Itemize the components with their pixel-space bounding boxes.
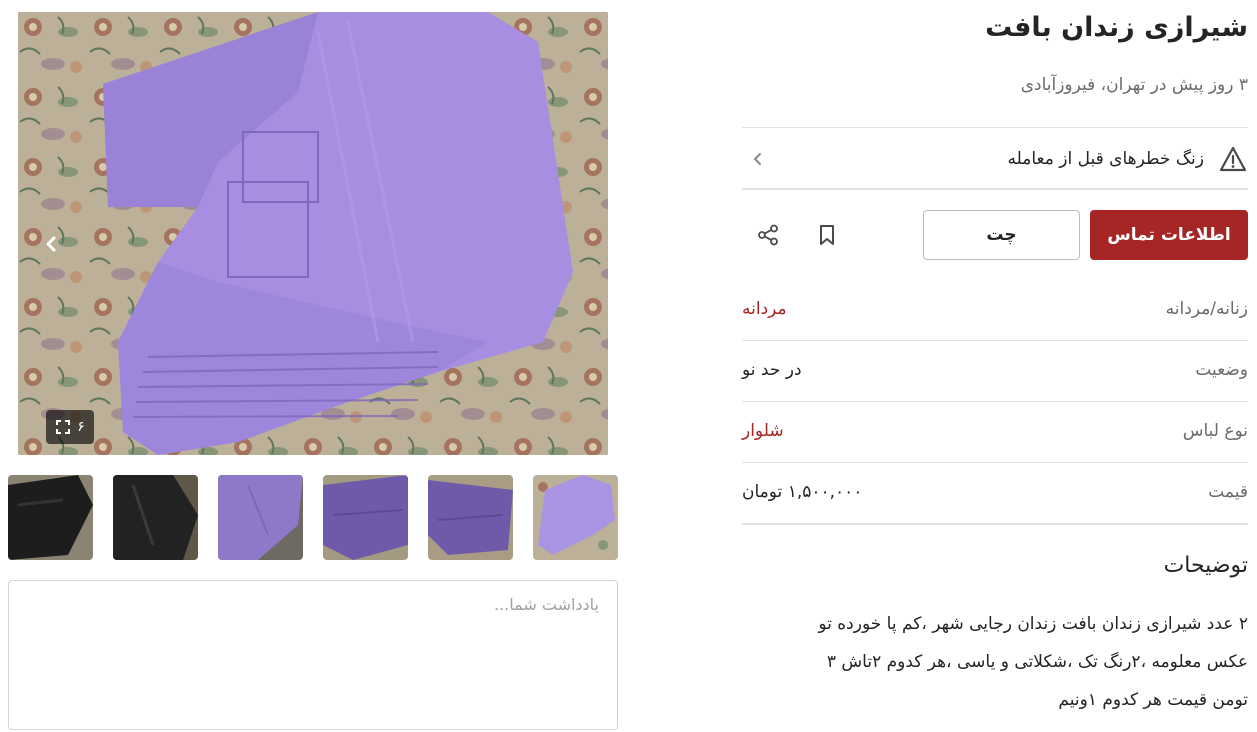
listing-title: شیرازی زندان بافت	[985, 12, 1248, 43]
price-value: ۱,۵۰۰,۰۰۰ تومان	[742, 482, 863, 502]
attribute-row-gender: زنانه/مردانه مردانه	[742, 279, 1248, 339]
thumbnail-4[interactable]	[323, 475, 408, 560]
note-textarea[interactable]	[8, 580, 618, 730]
thumbnail-6[interactable]	[533, 475, 618, 560]
divider	[742, 188, 1248, 190]
image-gallery: ۶	[0, 0, 625, 732]
description-line: عکس معلومه ،۲رنگ تک ،شکلاتی و یاسی ،هر ک…	[826, 652, 1248, 672]
warning-icon	[1218, 144, 1248, 174]
thumbnail-5[interactable]	[428, 475, 513, 560]
attribute-row-condition: وضعیت در حد نو	[742, 340, 1248, 400]
product-photo-graphic	[18, 12, 608, 455]
safety-warning-row[interactable]: زنگ خطرهای قبل از معامله	[742, 130, 1248, 188]
description-text: ۲ عدد شیرازی زندان بافت زندان رجایی شهر …	[742, 605, 1248, 719]
attribute-value-link[interactable]: مردانه	[742, 299, 787, 319]
description-line: ۲ عدد شیرازی زندان بافت زندان رجایی شهر …	[818, 614, 1248, 634]
thumbnail-image	[218, 475, 303, 560]
thumbnail-3[interactable]	[218, 475, 303, 560]
thumbnail-image	[323, 475, 408, 560]
share-icon	[758, 224, 778, 246]
attribute-key: قیمت	[1208, 482, 1248, 502]
bookmark-button[interactable]	[812, 220, 842, 250]
thumbnail-image	[113, 475, 198, 560]
thumbnail-strip	[8, 475, 618, 560]
listing-details: شیرازی زندان بافت ۳ روز پیش در تهران، فی…	[742, 0, 1248, 732]
thumbnail-2[interactable]	[113, 475, 198, 560]
listing-subtitle: ۳ روز پیش در تهران، فیروزآبادی	[1020, 75, 1248, 95]
divider	[742, 127, 1248, 128]
contact-info-button[interactable]: اطلاعات تماس	[1090, 210, 1248, 260]
thumbnail-image	[533, 475, 618, 560]
expand-icon	[56, 420, 71, 434]
attribute-value: در حد نو	[742, 360, 802, 380]
attribute-value-link[interactable]: شلوار	[742, 421, 784, 441]
thumbnail-image	[428, 475, 513, 560]
chevron-left-icon	[750, 147, 766, 171]
next-image-button[interactable]	[40, 231, 62, 257]
main-product-photo[interactable]: ۶	[18, 12, 608, 455]
attribute-key: وضعیت	[1195, 360, 1248, 380]
safety-warning-text: زنگ خطرهای قبل از معامله	[1007, 149, 1204, 169]
chat-button[interactable]: چت	[923, 210, 1080, 260]
bookmark-icon	[820, 225, 834, 245]
share-button[interactable]	[753, 220, 783, 250]
attribute-key: نوع لباس	[1182, 421, 1248, 441]
divider	[742, 523, 1248, 525]
chevron-left-icon	[46, 236, 56, 252]
image-count: ۶	[77, 419, 85, 435]
attribute-row-clothing-type: نوع لباس شلوار	[742, 401, 1248, 461]
description-line: تومن قیمت هر کدوم ۱ونیم	[1058, 690, 1248, 710]
thumbnail-1[interactable]	[8, 475, 93, 560]
description-title: توضیحات	[1163, 553, 1248, 578]
attribute-row-price: قیمت ۱,۵۰۰,۰۰۰ تومان	[742, 462, 1248, 522]
image-count-badge[interactable]: ۶	[46, 410, 94, 444]
attribute-key: زنانه/مردانه	[1165, 299, 1248, 319]
thumbnail-image	[8, 475, 93, 560]
